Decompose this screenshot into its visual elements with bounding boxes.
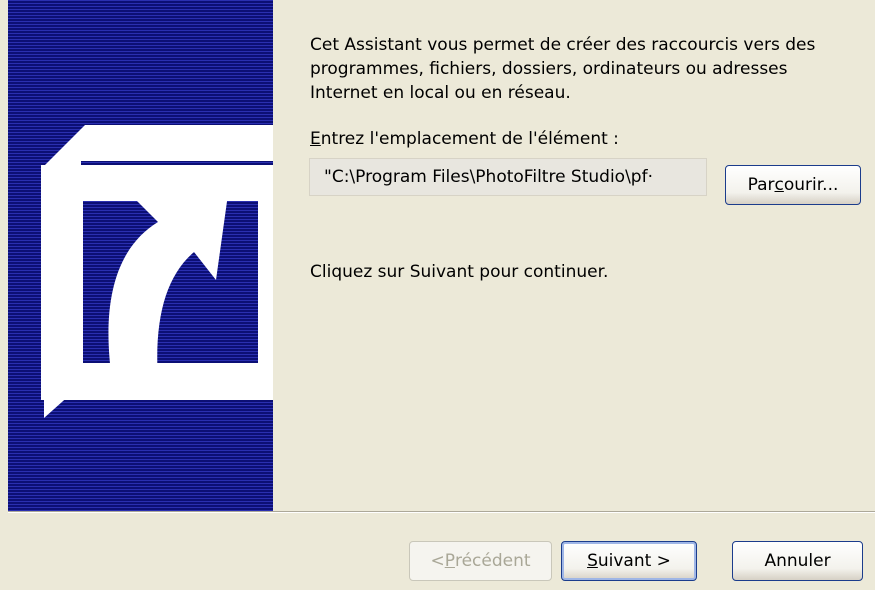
browse-label-pre: Par xyxy=(747,175,775,195)
next-button[interactable]: Suivant > xyxy=(561,541,697,581)
next-label-post: uivant > xyxy=(597,551,671,571)
previous-label-post: récédent xyxy=(454,551,531,571)
browse-label-accel: c xyxy=(774,175,784,195)
previous-button[interactable]: < Précédent xyxy=(409,541,552,581)
location-label-text: ntrez l'emplacement de l'élément : xyxy=(320,129,619,149)
previous-label-accel: P xyxy=(444,551,455,571)
window: Cet Assistant vous permet de créer des r… xyxy=(0,0,888,601)
footer-separator xyxy=(8,511,875,513)
cancel-button[interactable]: Annuler xyxy=(732,541,863,581)
previous-label-pre: < xyxy=(430,551,445,571)
next-label-accel: S xyxy=(587,551,598,571)
continue-hint: Cliquez sur Suivant pour continuer. xyxy=(310,262,609,282)
browse-button[interactable]: Par c ourir... xyxy=(725,165,861,205)
shortcut-arrow-icon xyxy=(41,125,273,418)
create-shortcut-wizard: Cet Assistant vous permet de créer des r… xyxy=(0,0,877,590)
browse-label-post: ourir... xyxy=(783,175,839,195)
location-label: Entrez l'emplacement de l'élément : xyxy=(310,129,619,149)
wizard-banner xyxy=(8,0,273,511)
wizard-description: Cet Assistant vous permet de créer des r… xyxy=(310,35,816,103)
location-label-accel: E xyxy=(310,129,321,149)
location-input[interactable]: "C:\Program Files\PhotoFiltre Studio\pf· xyxy=(309,158,707,196)
